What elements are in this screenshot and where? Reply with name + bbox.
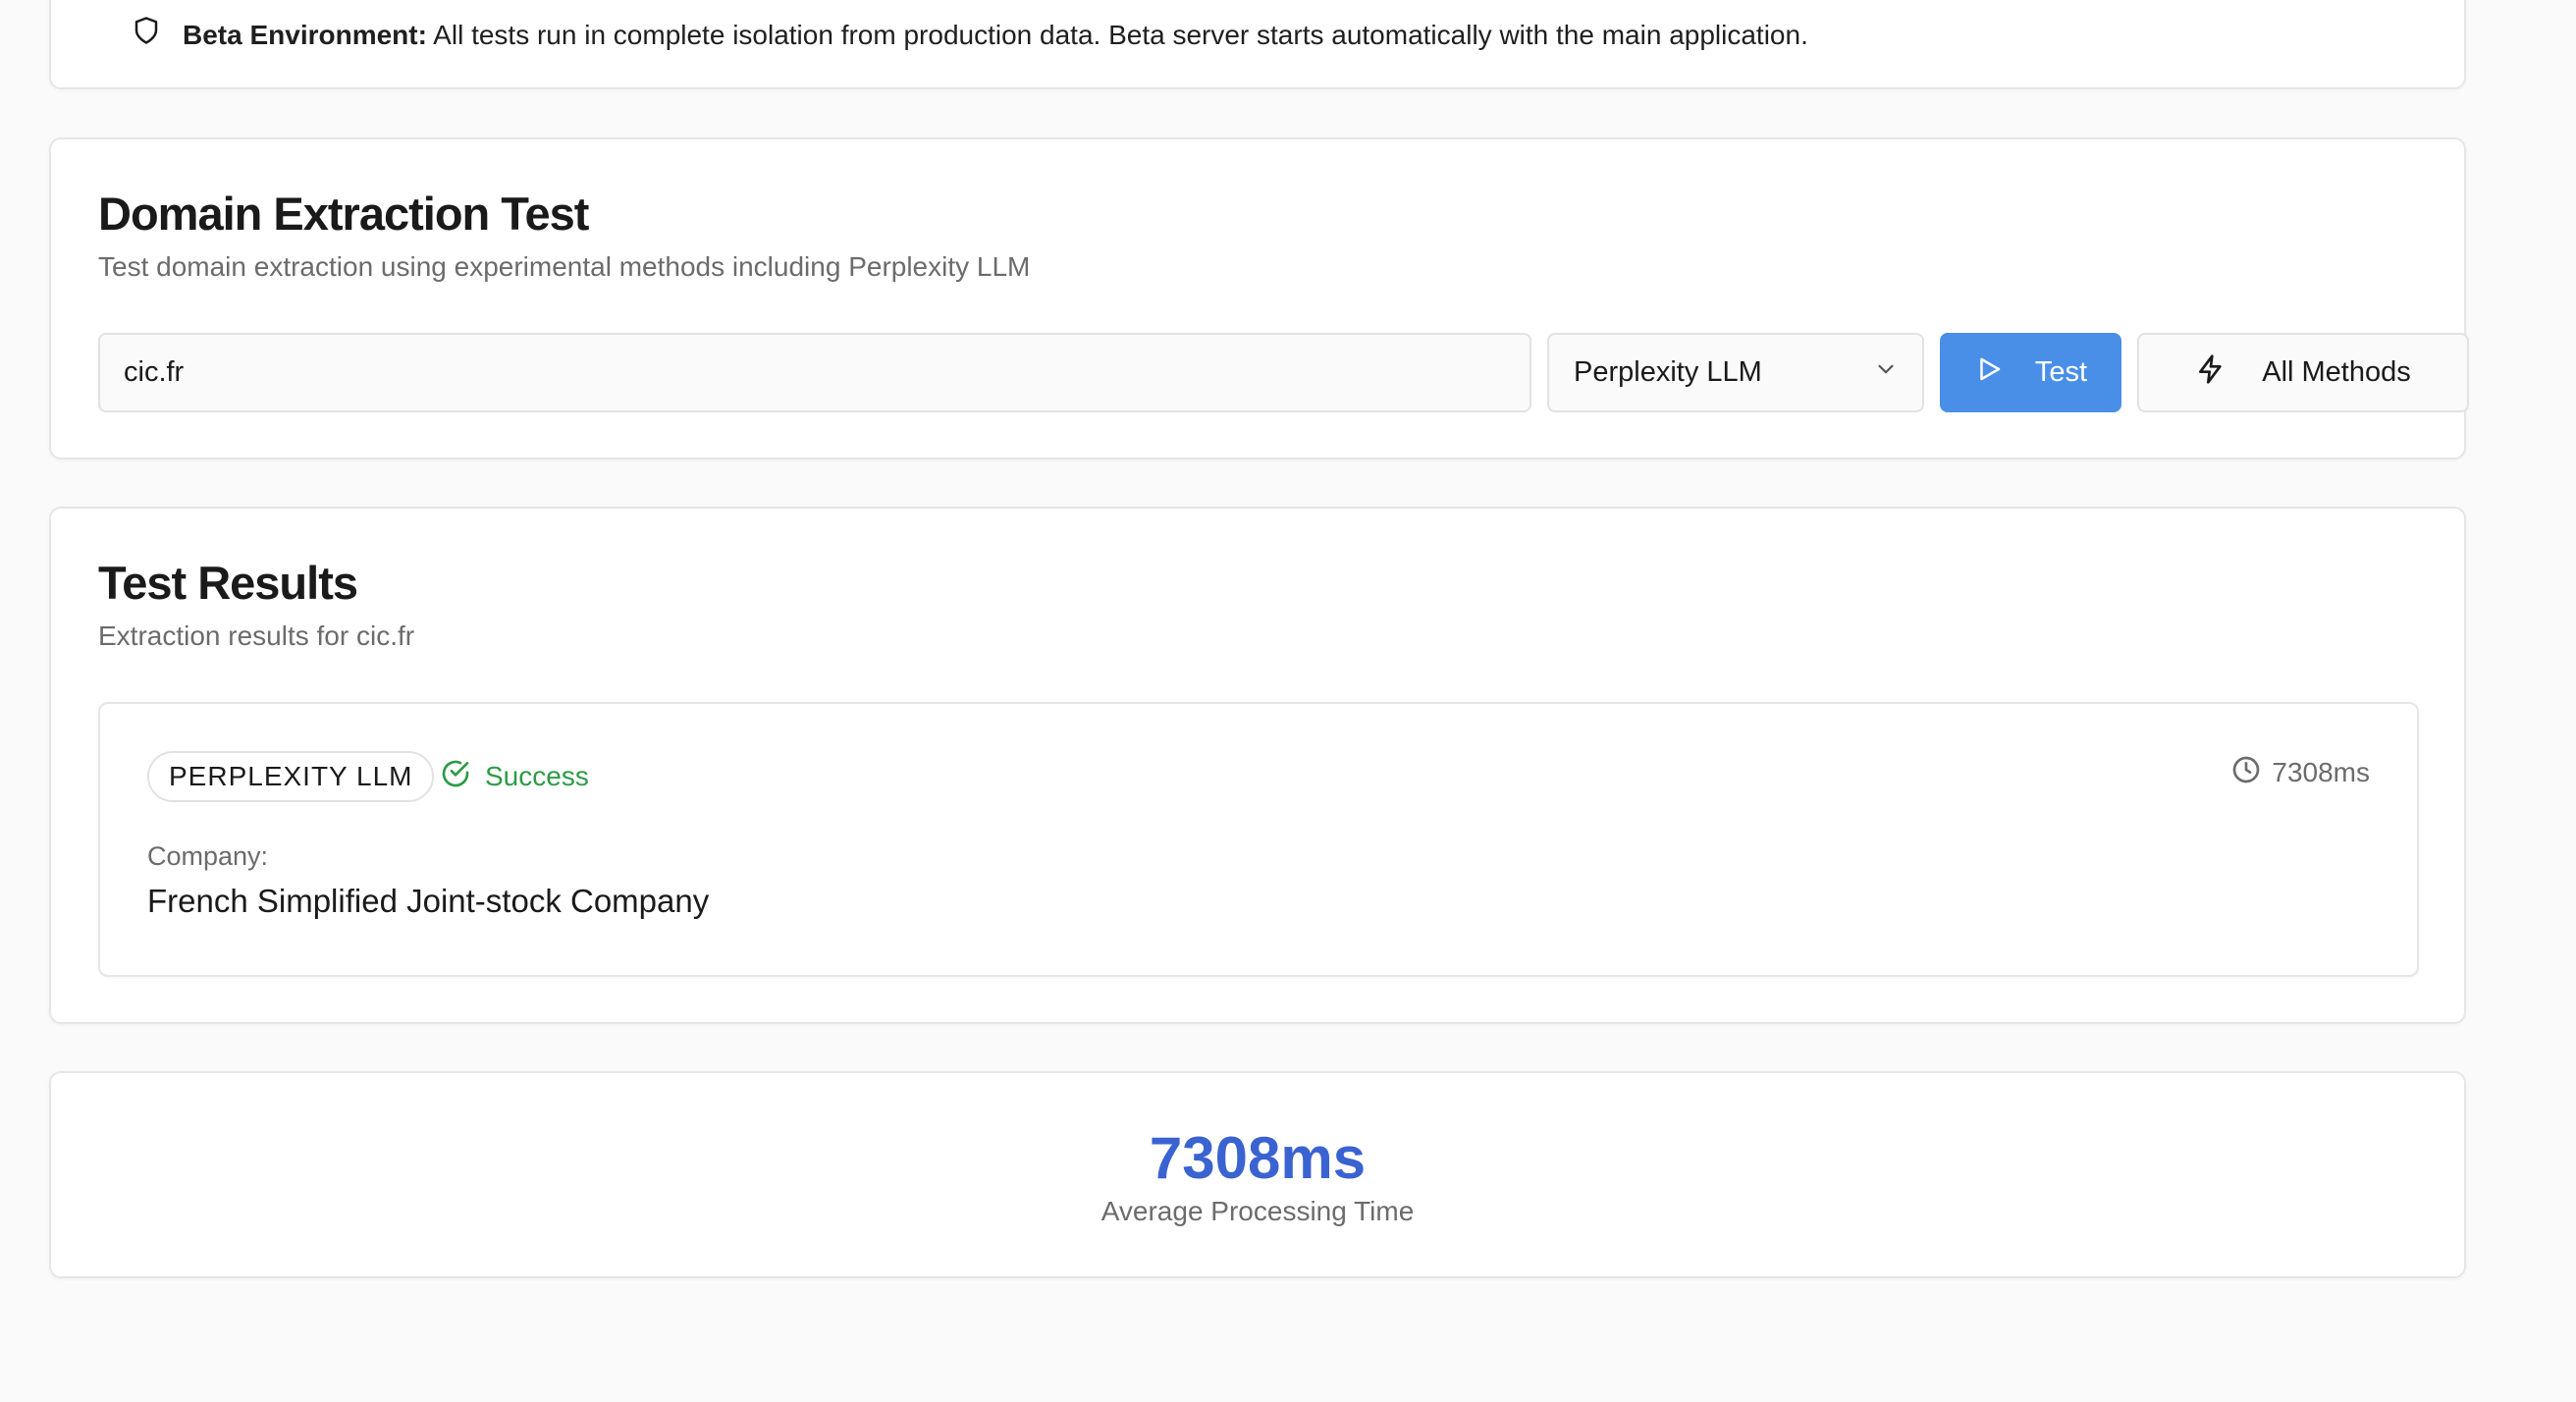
extraction-subtitle: Test domain extraction using experimenta…	[98, 251, 1031, 282]
results-title: Test Results	[98, 557, 358, 609]
domain-input[interactable]	[98, 333, 1531, 412]
stats-card: 7308ms Average Processing Time	[49, 1071, 2466, 1278]
clock-icon	[2230, 754, 2262, 792]
play-icon	[1974, 354, 2004, 392]
status-indicator: Success	[440, 751, 589, 802]
all-methods-button[interactable]: All Methods	[2137, 333, 2469, 412]
domain-extraction-card: Domain Extraction Test Test domain extra…	[49, 137, 2469, 459]
average-time-label: Average Processing Time	[1100, 1196, 1415, 1226]
check-circle-icon	[440, 758, 471, 796]
banner-message: All tests run in complete isolation from…	[433, 19, 1808, 50]
test-results-card: Test Results Extraction results for cic.…	[49, 507, 2466, 1024]
beta-environment-banner: Beta Environment: All tests run in compl…	[49, 0, 2466, 89]
test-button-label: Test	[2034, 356, 2088, 388]
time-value: 7308ms	[2272, 757, 2370, 787]
method-select-value: Perplexity LLM	[1574, 356, 1762, 388]
company-label: Company:	[147, 841, 269, 871]
all-methods-label: All Methods	[2262, 356, 2411, 388]
banner-title: Beta Environment:	[183, 19, 427, 50]
processing-time: 7308ms	[2230, 751, 2370, 794]
company-value: French Simplified Joint-stock Company	[147, 883, 710, 919]
status-label: Success	[485, 761, 589, 791]
result-item: PERPLEXITY LLM Success 7308ms Company: F…	[98, 702, 2419, 977]
extraction-title: Domain Extraction Test	[98, 188, 589, 240]
method-badge: PERPLEXITY LLM	[147, 751, 435, 802]
test-button[interactable]: Test	[1940, 333, 2121, 412]
average-time-value: 7308ms	[1149, 1125, 1367, 1191]
chevron-down-icon	[1873, 356, 1899, 390]
lightning-icon	[2195, 353, 2227, 393]
method-select[interactable]: Perplexity LLM	[1547, 333, 1924, 412]
banner-row: Beta Environment: All tests run in compl…	[132, 16, 1808, 54]
banner-text: Beta Environment: All tests run in compl…	[183, 18, 1808, 53]
shield-icon	[132, 16, 161, 54]
results-subtitle: Extraction results for cic.fr	[98, 620, 415, 651]
